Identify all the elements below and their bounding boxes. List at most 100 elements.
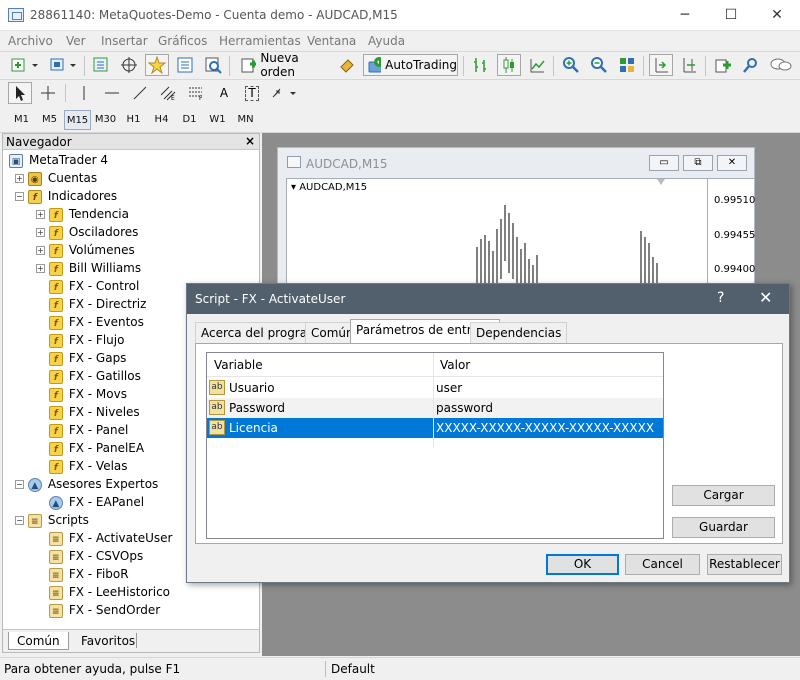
autoscroll-icon — [683, 58, 696, 73]
tree-item[interactable]: + f Bill Williams — [9, 259, 257, 277]
row-value[interactable]: user — [436, 381, 462, 395]
row-value[interactable]: XXXXX-XXXXX-XXXXX-XXXXX-XXXXX — [436, 421, 654, 435]
chat-button[interactable] — [767, 54, 795, 76]
tree-item[interactable]: + f Volúmenes — [9, 241, 257, 259]
dialog-help-button[interactable]: ? — [717, 290, 724, 306]
arrows-tool[interactable] — [268, 82, 300, 104]
reset-button[interactable]: Restablecer — [707, 554, 782, 575]
horizontal-line-tool[interactable] — [100, 82, 124, 104]
menu-ayuda[interactable]: Ayuda — [368, 34, 405, 48]
timeframe-mn[interactable]: MN — [232, 110, 259, 130]
tile-windows-button[interactable] — [615, 54, 639, 76]
row-variable: Licencia — [229, 421, 278, 435]
market-watch-button[interactable] — [89, 54, 113, 76]
close-button[interactable]: ✕ — [754, 0, 800, 31]
tree-toggle[interactable]: + — [36, 264, 45, 273]
save-button[interactable]: Guardar — [672, 517, 775, 538]
expert-advisors-icon: ▲ — [27, 477, 42, 492]
navigator-button[interactable] — [145, 54, 169, 76]
tree-item[interactable]: ▣ MetaTrader 4 — [9, 151, 257, 169]
menu-ventana[interactable]: Ventana — [307, 34, 356, 48]
terminal-button[interactable] — [173, 54, 197, 76]
fibonacci-tool[interactable]: F — [184, 82, 208, 104]
search-button[interactable] — [739, 54, 763, 76]
market-watch-icon — [93, 57, 108, 72]
tree-toggle[interactable]: − — [15, 480, 24, 489]
grid-header: Variable Valor — [207, 353, 663, 377]
tree-toggle[interactable]: + — [15, 174, 24, 183]
table-row[interactable]: ab Usuario user — [207, 378, 663, 398]
tree-item[interactable]: ≡ FX - LeeHistorico — [9, 583, 257, 601]
trendline-tool[interactable] — [128, 82, 152, 104]
load-button[interactable]: Cargar — [672, 485, 775, 506]
zoom-out-button[interactable] — [587, 54, 611, 76]
menu-archivo[interactable]: Archivo — [8, 34, 53, 48]
tree-item[interactable]: − f Indicadores — [9, 187, 257, 205]
timeframe-d1[interactable]: D1 — [176, 110, 203, 130]
tree-item[interactable]: + ◉ Cuentas — [9, 169, 257, 187]
autotrading-label: AutoTrading — [385, 58, 457, 72]
bar-chart-button[interactable] — [469, 54, 493, 76]
timeframe-m5[interactable]: M5 — [36, 110, 63, 130]
ok-button[interactable]: OK — [546, 554, 619, 575]
cursor-tool[interactable] — [8, 82, 32, 104]
tree-toggle[interactable]: − — [15, 192, 24, 201]
timeframe-w1[interactable]: W1 — [204, 110, 231, 130]
cancel-button[interactable]: Cancel — [625, 554, 700, 575]
tree-item[interactable]: + f Tendencia — [9, 205, 257, 223]
custom-indicator-icon: f — [48, 315, 63, 330]
row-value[interactable]: password — [436, 401, 493, 415]
maximize-button[interactable]: ☐ — [708, 0, 754, 31]
new-chart-button[interactable] — [8, 54, 42, 76]
vertical-line-tool[interactable] — [72, 82, 96, 104]
tree-toggle[interactable]: − — [15, 516, 24, 525]
timeframe-h4[interactable]: H4 — [148, 110, 175, 130]
crosshair-tool[interactable] — [36, 82, 60, 104]
tab-comun[interactable]: Común — [8, 632, 69, 650]
candlestick-chart-button[interactable] — [497, 54, 521, 76]
chart-minimize-button[interactable]: ▭ — [649, 155, 679, 171]
timeframe-m1[interactable]: M1 — [8, 110, 35, 130]
equidistant-channel-tool[interactable]: E — [156, 82, 180, 104]
menu-graficos[interactable]: Gráficos — [158, 34, 207, 48]
tab-dependencias[interactable]: Dependencias — [470, 322, 568, 343]
row-variable: Usuario — [229, 381, 275, 395]
dialog-close-button[interactable]: ✕ — [759, 288, 772, 307]
profiles-button[interactable] — [46, 54, 80, 76]
menu-ver[interactable]: Ver — [66, 34, 86, 48]
indicators-button[interactable] — [711, 54, 735, 76]
custom-indicator-icon: f — [48, 387, 63, 402]
new-order-button[interactable]: Nueva orden — [235, 51, 331, 79]
table-row-selected[interactable]: ab Licencia XXXXX-XXXXX-XXXXX-XXXXX-XXXX… — [207, 418, 663, 438]
column-variable[interactable]: Variable — [214, 358, 263, 372]
tab-favoritos[interactable]: Favoritos — [73, 632, 143, 650]
chart-shift-button[interactable] — [649, 54, 673, 76]
autoscroll-button[interactable] — [677, 54, 701, 76]
tree-toggle[interactable]: + — [36, 228, 45, 237]
autotrading-button[interactable]: AutoTrading — [363, 54, 458, 76]
text-tool[interactable]: A — [212, 82, 236, 104]
column-valor[interactable]: Valor — [440, 358, 470, 372]
navigator-close-button[interactable]: × — [245, 134, 255, 148]
timeframe-m30[interactable]: M30 — [92, 110, 119, 130]
text-label-tool[interactable]: T — [240, 82, 264, 104]
menu-insertar[interactable]: Insertar — [101, 34, 148, 48]
tree-toggle[interactable]: + — [36, 210, 45, 219]
zoom-in-button[interactable] — [559, 54, 583, 76]
tree-toggle[interactable]: + — [36, 246, 45, 255]
tree-item-label: Indicadores — [47, 189, 118, 203]
timeframe-h1[interactable]: H1 — [120, 110, 147, 130]
menu-herramientas[interactable]: Herramientas — [219, 34, 301, 48]
metaeditor-button[interactable] — [335, 54, 359, 76]
data-window-button[interactable] — [117, 54, 141, 76]
parameters-grid[interactable]: Variable Valor ab Usuario user ab Passwo… — [206, 352, 664, 539]
strategy-tester-button[interactable] — [201, 54, 225, 76]
tree-item[interactable]: ≡ FX - SendOrder — [9, 601, 257, 619]
minimize-button[interactable]: ─ — [662, 0, 708, 31]
line-chart-button[interactable] — [525, 54, 549, 76]
chart-restore-button[interactable]: ⧉ — [683, 155, 713, 171]
timeframe-m15[interactable]: M15 — [64, 110, 91, 130]
chart-close-button[interactable]: ✕ — [717, 155, 747, 171]
table-row[interactable]: ab Password password — [207, 398, 663, 418]
tree-item[interactable]: + f Osciladores — [9, 223, 257, 241]
